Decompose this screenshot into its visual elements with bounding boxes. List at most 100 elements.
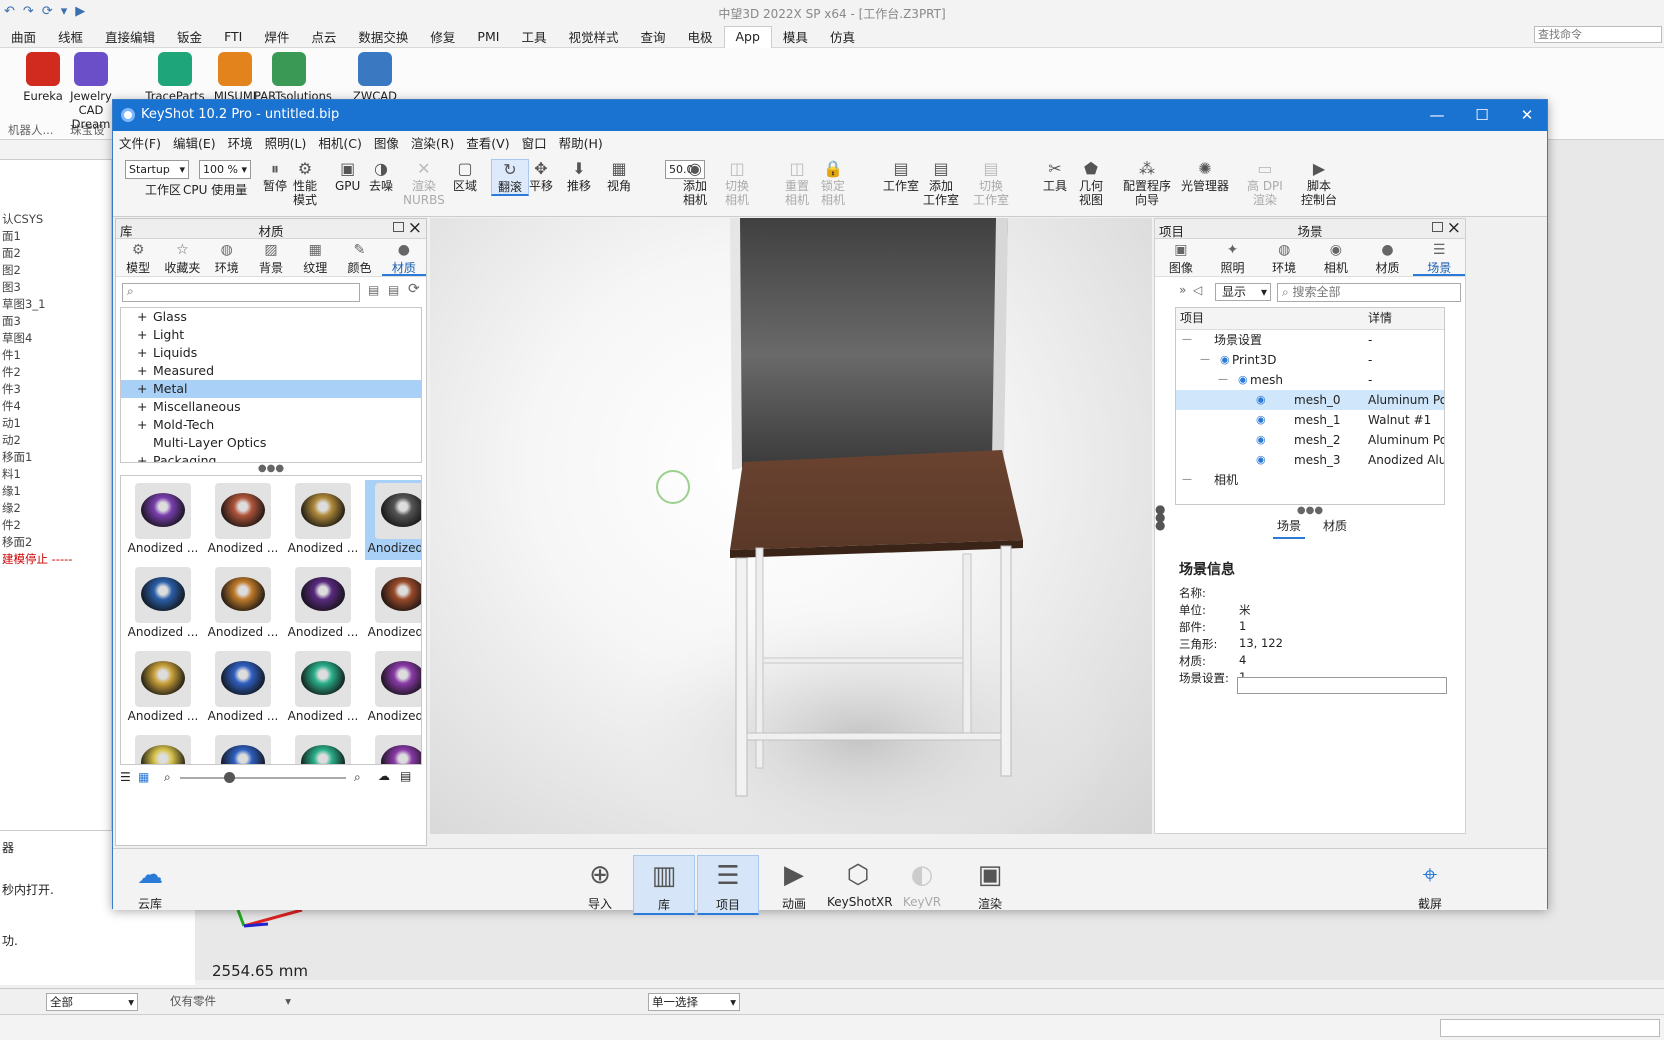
toolbar-20[interactable]: ⬟ 几何 视图 — [1079, 159, 1103, 207]
tab-3[interactable]: ◉ 相机 — [1310, 239, 1362, 276]
list-view-icon[interactable]: ☰ — [120, 770, 131, 784]
toolbar-0[interactable]: 工作区 — [145, 183, 181, 197]
folder-item[interactable]: + Miscellaneous — [121, 398, 421, 416]
tab-5[interactable]: ✎ 颜色 — [337, 239, 381, 276]
history-item[interactable] — [0, 177, 111, 194]
tab-4[interactable]: ● 材质 — [1362, 239, 1414, 276]
splitter-handle[interactable]: ●●● — [1155, 505, 1465, 517]
expand-icon[interactable]: + — [137, 398, 147, 416]
bottom-1-button[interactable]: ⊕ 导入 — [569, 855, 631, 912]
ribbon-tab-13[interactable]: 电极 — [676, 27, 723, 46]
expand-icon[interactable]: + — [137, 308, 147, 326]
toolbar-1[interactable]: CPU 使用量 — [183, 183, 247, 197]
history-item[interactable]: 料1 — [0, 466, 111, 483]
scene-tree-row[interactable]: ◉ mesh_1 Walnut #1 — [1176, 410, 1444, 430]
tab-1[interactable]: ☆ 收藏夹 — [160, 239, 204, 276]
grid-view-icon[interactable]: ▦ — [138, 770, 149, 784]
history-item[interactable] — [0, 160, 111, 177]
selection-mode-select[interactable]: 单一选择 ▾ — [648, 993, 740, 1011]
scene-tree-row[interactable]: — 相机 — [1176, 470, 1444, 490]
menu-6[interactable]: 渲染(R) — [405, 133, 460, 152]
history-item[interactable]: 件2 — [0, 364, 111, 381]
app-button-4[interactable]: PARTsolutions — [254, 52, 332, 103]
toolbar-11[interactable]: ▦ 视角 — [607, 159, 631, 193]
material-thumbnail[interactable]: Anodized ... — [365, 648, 421, 728]
menu-3[interactable]: 照明(L) — [259, 133, 313, 152]
ribbon-tab-2[interactable]: 直接编辑 — [94, 27, 166, 46]
bottom-4-button[interactable]: ▶ 动画 — [763, 855, 825, 912]
scene-search-input[interactable]: ⌕ 搜索全部 — [1277, 283, 1461, 302]
toolbar-5[interactable]: ◑ 去噪 — [369, 159, 393, 193]
close-icon[interactable]: × — [1447, 218, 1461, 238]
material-thumbnail[interactable] — [285, 732, 361, 764]
splitter-handle[interactable]: ●●● — [1155, 503, 1165, 531]
history-item[interactable]: 件1 — [0, 347, 111, 364]
material-thumbnail[interactable]: Anodized ... — [365, 480, 421, 560]
ribbon-tab-0[interactable]: 曲面 — [0, 27, 47, 46]
command-search-input[interactable]: 查找命令 — [1534, 26, 1662, 43]
tab-4[interactable]: ▦ 纹理 — [293, 239, 337, 276]
material-thumbnail[interactable] — [365, 732, 421, 764]
scene-tree-row[interactable]: ◉ mesh_3 Anodized Alu... — [1176, 450, 1444, 470]
thumbnail-size-slider[interactable] — [180, 777, 346, 779]
zoom-select[interactable]: 100 % ▾ — [199, 160, 251, 179]
tab-1[interactable]: ✦ 照明 — [1207, 239, 1259, 276]
toolbar-6[interactable]: ✕ 渲染 NURBS — [403, 159, 445, 207]
ribbon-tab-8[interactable]: 修复 — [419, 27, 466, 46]
material-thumbnail[interactable]: Anodized ... — [285, 648, 361, 728]
ribbon-tab-4[interactable]: FTI — [213, 29, 253, 44]
collapse-icon[interactable]: — — [1182, 470, 1192, 490]
ribbon-tab-15[interactable]: 模具 — [772, 27, 819, 46]
visibility-icon[interactable]: ◉ — [1256, 390, 1266, 410]
workspace-select[interactable]: Startup ▾ — [125, 160, 189, 179]
history-item[interactable]: 建模停止 ----- — [0, 551, 111, 568]
folder-item[interactable]: + Glass — [121, 308, 421, 326]
history-item[interactable]: 草图4 — [0, 330, 111, 347]
history-item[interactable]: 草图3_1 — [0, 296, 111, 313]
splitter-handle[interactable]: ●●● — [116, 463, 426, 475]
bottom-7-button[interactable]: ▣ 渲染 — [959, 855, 1021, 912]
parts-filter-select[interactable]: 仅有零件 ▾ — [170, 993, 295, 1011]
menu-7[interactable]: 查看(V) — [460, 133, 515, 152]
visibility-icon[interactable]: ◉ — [1256, 450, 1266, 470]
ribbon-tab-1[interactable]: 线框 — [47, 27, 94, 46]
history-item[interactable]: 动2 — [0, 432, 111, 449]
folder-item[interactable]: + Mold-Tech — [121, 416, 421, 434]
close-icon[interactable]: × — [408, 218, 422, 238]
slider-handle[interactable] — [224, 772, 235, 783]
expand-icon[interactable]: + — [137, 416, 147, 434]
expand-icon[interactable]: » — [1179, 283, 1186, 297]
folder-item[interactable]: + Measured — [121, 362, 421, 380]
ribbon-tab-10[interactable]: 工具 — [510, 27, 557, 46]
ribbon-tab-14[interactable]: App — [723, 25, 772, 48]
tab-5[interactable]: ☰ 场景 — [1413, 239, 1466, 276]
ribbon-tab-3[interactable]: 钣金 — [166, 27, 213, 46]
collapse-icon[interactable]: — — [1182, 330, 1192, 350]
folder-item[interactable]: + Light — [121, 326, 421, 344]
bottom-3-button[interactable]: ☰ 项目 — [697, 855, 759, 915]
material-thumbnail[interactable]: Anodized ... — [125, 564, 201, 644]
folder-add-icon[interactable]: ▤ — [368, 283, 379, 297]
visibility-icon[interactable]: ◉ — [1256, 430, 1266, 450]
expand-icon[interactable]: + — [137, 326, 147, 344]
material-thumbnail[interactable]: Anodized ... — [205, 480, 281, 560]
float-icon[interactable] — [1432, 222, 1443, 232]
ribbon-tab-6[interactable]: 点云 — [300, 27, 347, 46]
menu-0[interactable]: 文件(F) — [113, 133, 167, 152]
material-thumbnail[interactable]: Anodized ... — [285, 480, 361, 560]
visibility-icon[interactable]: ◉ — [1256, 410, 1266, 430]
history-item[interactable]: 面2 — [0, 245, 111, 262]
toolbar-16[interactable]: ▤ 工作室 — [883, 159, 919, 193]
history-item[interactable]: 件3 — [0, 381, 111, 398]
tab-0[interactable]: ▣ 图像 — [1155, 239, 1207, 276]
toolbar-22[interactable]: ✺ 光管理器 — [1181, 159, 1229, 193]
menu-8[interactable]: 窗口 — [516, 133, 553, 152]
toolbar-2[interactable]: ⏸ 暂停 — [263, 159, 287, 193]
history-item[interactable] — [0, 194, 111, 211]
tab-2[interactable]: ◍ 环境 — [205, 239, 249, 276]
material-thumbnail[interactable]: Anodized ... — [205, 564, 281, 644]
menu-4[interactable]: 相机(C) — [312, 133, 367, 152]
scene-tree-row[interactable]: — ◉ mesh - — [1176, 370, 1444, 390]
toolbar-23[interactable]: ▭ 高 DPI 渲染 — [1247, 159, 1283, 207]
refresh-icon[interactable]: ⟳ — [408, 281, 420, 297]
